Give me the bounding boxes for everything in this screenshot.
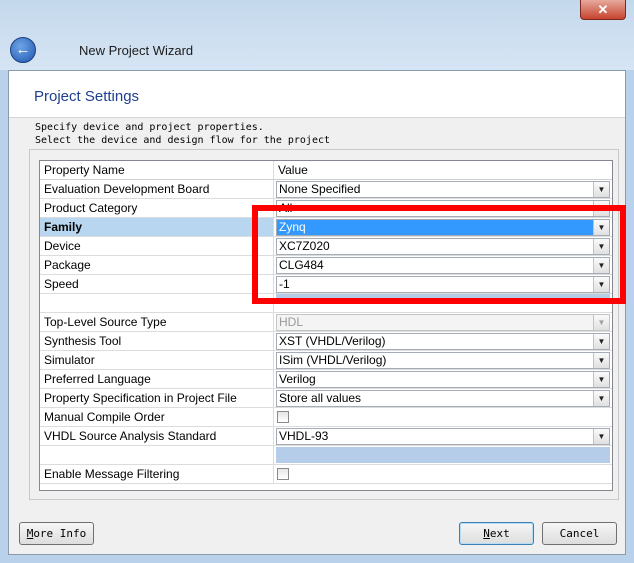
- window-title: New Project Wizard: [79, 43, 194, 58]
- dropdown-arrow-icon[interactable]: ▼: [593, 391, 609, 406]
- row-vhdl-standard: VHDL Source Analysis Standard VHDL-93 ▼: [40, 427, 612, 446]
- highlight-annotation-box: [252, 205, 626, 304]
- property-name: Enable Message Filtering: [40, 465, 274, 483]
- next-button[interactable]: Next: [459, 522, 534, 545]
- preferred-language-dropdown[interactable]: Verilog ▼: [276, 371, 610, 388]
- button-label: ext: [489, 527, 510, 540]
- property-name: Preferred Language: [40, 370, 274, 388]
- property-value-cell: None Specified ▼: [274, 180, 612, 198]
- more-info-button[interactable]: More Info: [19, 522, 94, 545]
- property-value-cell: [274, 408, 612, 426]
- mnemonic-letter: N: [483, 527, 490, 540]
- dropdown-value: None Specified: [279, 182, 361, 196]
- row-preferred-language: Preferred Language Verilog ▼: [40, 370, 612, 389]
- property-value-cell: Store all values ▼: [274, 389, 612, 407]
- property-value-cell: [274, 446, 612, 464]
- back-arrow-icon[interactable]: ←: [10, 37, 36, 63]
- property-value-cell: [274, 465, 612, 483]
- dropdown-value: VHDL-93: [279, 429, 329, 443]
- dropdown-value: HDL: [279, 315, 304, 329]
- property-name: Property Specification in Project File: [40, 389, 274, 407]
- row-synthesis-tool: Synthesis Tool XST (VHDL/Verilog) ▼: [40, 332, 612, 351]
- dropdown-arrow-icon[interactable]: ▼: [593, 353, 609, 368]
- dropdown-arrow-icon[interactable]: ▼: [593, 372, 609, 387]
- header-separator: [9, 117, 625, 118]
- row-property-specification: Property Specification in Project File S…: [40, 389, 612, 408]
- property-value-cell: ISim (VHDL/Verilog) ▼: [274, 351, 612, 369]
- row-evaluation-development-board: Evaluation Development Board None Specif…: [40, 180, 612, 199]
- source-type-dropdown: HDL ▼: [276, 314, 610, 331]
- empty-value-fill: [276, 447, 610, 463]
- description-line-2: Select the device and design flow for th…: [35, 135, 331, 146]
- row-enable-message-filtering: Enable Message Filtering: [40, 465, 612, 484]
- dropdown-arrow-icon[interactable]: ▼: [593, 429, 609, 444]
- row-top-level-source-type: Top-Level Source Type HDL ▼: [40, 313, 612, 332]
- board-dropdown[interactable]: None Specified ▼: [276, 181, 610, 198]
- property-value-cell: HDL ▼: [274, 313, 612, 331]
- property-name: Manual Compile Order: [40, 408, 274, 426]
- title-bar: ✕ ← New Project Wizard: [0, 0, 634, 70]
- property-name: Evaluation Development Board: [40, 180, 274, 198]
- header-value: Value: [278, 163, 308, 177]
- page-header: Project Settings: [9, 71, 625, 117]
- synthesis-tool-dropdown[interactable]: XST (VHDL/Verilog) ▼: [276, 333, 610, 350]
- simulator-dropdown[interactable]: ISim (VHDL/Verilog) ▼: [276, 352, 610, 369]
- property-value-cell: VHDL-93 ▼: [274, 427, 612, 445]
- cancel-button[interactable]: Cancel: [542, 522, 617, 545]
- property-name: VHDL Source Analysis Standard: [40, 427, 274, 445]
- close-button[interactable]: ✕: [580, 0, 626, 20]
- wizard-body: Project Settings Specify device and proj…: [8, 70, 626, 555]
- property-spec-dropdown[interactable]: Store all values ▼: [276, 390, 610, 407]
- dropdown-value: Verilog: [279, 372, 316, 386]
- dropdown-value: XST (VHDL/Verilog): [279, 334, 386, 348]
- property-name: Family: [40, 218, 274, 236]
- row-blank: [40, 446, 612, 465]
- property-name: Device: [40, 237, 274, 255]
- property-name: Speed: [40, 275, 274, 293]
- description-line-1: Specify device and project properties.: [35, 122, 264, 133]
- property-name: Product Category: [40, 199, 274, 217]
- dropdown-arrow-icon[interactable]: ▼: [593, 334, 609, 349]
- property-name: Top-Level Source Type: [40, 313, 274, 331]
- dropdown-value: Store all values: [279, 391, 362, 405]
- enable-message-filtering-checkbox[interactable]: [277, 468, 289, 480]
- button-label: ore Info: [33, 527, 87, 540]
- property-name: [40, 294, 274, 312]
- manual-compile-order-checkbox[interactable]: [277, 411, 289, 423]
- property-name: [40, 446, 274, 464]
- property-name: Simulator: [40, 351, 274, 369]
- dropdown-arrow-icon[interactable]: ▼: [593, 182, 609, 197]
- page-title: Project Settings: [34, 88, 140, 105]
- dropdown-arrow-icon: ▼: [593, 315, 609, 330]
- grid-header-row: Property Name Value: [40, 161, 612, 180]
- property-name: Package: [40, 256, 274, 274]
- property-value-cell: XST (VHDL/Verilog) ▼: [274, 332, 612, 350]
- row-simulator: Simulator ISim (VHDL/Verilog) ▼: [40, 351, 612, 370]
- vhdl-standard-dropdown[interactable]: VHDL-93 ▼: [276, 428, 610, 445]
- property-value-cell: Verilog ▼: [274, 370, 612, 388]
- header-property-name: Property Name: [40, 161, 274, 179]
- property-name: Synthesis Tool: [40, 332, 274, 350]
- row-manual-compile-order: Manual Compile Order: [40, 408, 612, 427]
- dropdown-value: ISim (VHDL/Verilog): [279, 353, 387, 367]
